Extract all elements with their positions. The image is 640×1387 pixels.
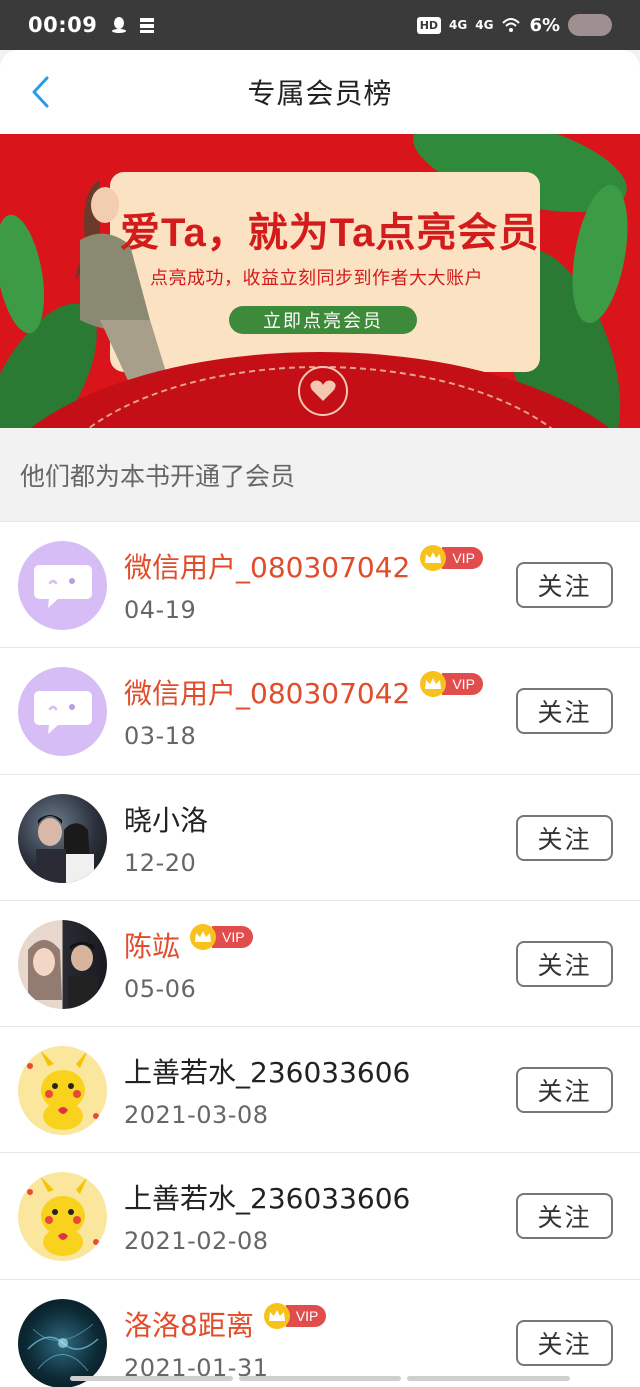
battery-level: 6% (529, 14, 560, 36)
member-date: 04-19 (124, 596, 197, 624)
page-title: 专属会员榜 (247, 77, 393, 110)
promo-banner[interactable]: 爱Ta，就为Ta点亮会员 点亮成功，收益立刻同步到作者大大账户 立即点亮会员 (0, 134, 640, 428)
vip-label: VIP (285, 1304, 327, 1327)
follow-button[interactable]: 关注 (516, 814, 613, 861)
follow-button[interactable]: 关注 (516, 1067, 613, 1114)
member-name[interactable]: 上善若水_236033606 (124, 1051, 410, 1091)
wechat-default-avatar-icon (33, 690, 92, 734)
vip-badge: VIP (420, 545, 483, 571)
status-bar: 00:09 HD 4G 4G 6% (0, 0, 640, 50)
space-avatar-icon (27, 1323, 99, 1372)
avatar[interactable] (18, 919, 107, 1009)
storage-icon (140, 18, 155, 33)
pikachu-avatar-icon (27, 1176, 99, 1257)
vip-label: VIP (442, 673, 483, 696)
avatar[interactable] (18, 793, 107, 883)
member-name[interactable]: 微信用户_080307042 (124, 546, 410, 586)
status-time: 00:09 (28, 13, 98, 37)
scroll-indicator (70, 1376, 571, 1381)
member-date: 03-18 (124, 722, 197, 751)
chevron-left-icon (32, 76, 49, 108)
member-name[interactable]: 晓小洛 (124, 799, 208, 839)
vip-label: VIP (212, 925, 253, 948)
light-up-vip-button[interactable]: 立即点亮会员 (229, 306, 417, 334)
vip-badge: VIP (190, 923, 253, 950)
follow-button[interactable]: 关注 (516, 562, 613, 608)
vip-label: VIP (442, 547, 483, 569)
signal-icon-2: 4G (475, 18, 494, 32)
avatar[interactable] (18, 1172, 107, 1262)
vip-badge: VIP (420, 671, 483, 698)
member-list: 微信用户_080307042 VIP 04-19 关注 微信用户_0803070… (0, 521, 640, 1387)
list-item[interactable]: 上善若水_236033606 2021-02-08 关注 (0, 1152, 640, 1279)
wifi-icon (502, 18, 521, 32)
list-item[interactable]: 洛洛8距离 VIP 2021-01-31 关注 (0, 1278, 640, 1387)
avatar[interactable] (18, 541, 107, 630)
follow-button[interactable]: 关注 (516, 688, 613, 735)
hd-icon: HD (416, 16, 442, 34)
member-date: 2021-02-08 (124, 1227, 269, 1256)
follow-button[interactable]: 关注 (516, 940, 613, 987)
crown-icon (190, 923, 217, 950)
photo-avatar (36, 814, 94, 883)
list-item[interactable]: 上善若水_236033606 2021-03-08 关注 (0, 1026, 640, 1153)
qq-icon (112, 17, 127, 33)
follow-button[interactable]: 关注 (516, 1193, 613, 1240)
avatar[interactable] (18, 667, 107, 757)
follow-button[interactable]: 关注 (516, 1319, 613, 1366)
member-date: 2021-03-08 (124, 1101, 269, 1130)
member-name[interactable]: 洛洛8距离 (124, 1304, 254, 1344)
user-avatar (568, 14, 612, 36)
wechat-default-avatar-icon (33, 564, 92, 608)
pikachu-avatar-icon (27, 1050, 99, 1131)
list-item[interactable]: 微信用户_080307042 VIP 03-18 关注 (0, 647, 640, 774)
banner-headline: 爱Ta，就为Ta点亮会员 (120, 211, 540, 255)
crown-icon (263, 1302, 290, 1329)
nav-header: 专属会员榜 (0, 50, 640, 134)
member-date: 05-06 (124, 974, 197, 1003)
member-name[interactable]: 上善若水_236033606 (124, 1177, 410, 1217)
avatar[interactable] (18, 1298, 107, 1387)
section-title: 他们都为本书开通了会员 (0, 428, 640, 521)
photo-avatar (28, 939, 98, 1009)
member-date: 12-20 (124, 848, 197, 877)
member-name[interactable]: 陈竑 (124, 925, 180, 965)
signal-icon: 4G (449, 18, 468, 32)
heart-seal-icon (298, 366, 348, 416)
back-button[interactable] (20, 72, 60, 112)
banner-subline: 点亮成功，收益立刻同步到作者大大账户 (150, 268, 483, 289)
avatar[interactable] (18, 1046, 107, 1136)
list-item[interactable]: 晓小洛 12-20 关注 (0, 773, 640, 900)
vip-badge: VIP (263, 1302, 327, 1329)
list-item[interactable]: 微信用户_080307042 VIP 04-19 关注 (0, 521, 640, 648)
list-item[interactable]: 陈竑 VIP 05-06 关注 (0, 899, 640, 1027)
member-name[interactable]: 微信用户_080307042 (124, 672, 410, 712)
